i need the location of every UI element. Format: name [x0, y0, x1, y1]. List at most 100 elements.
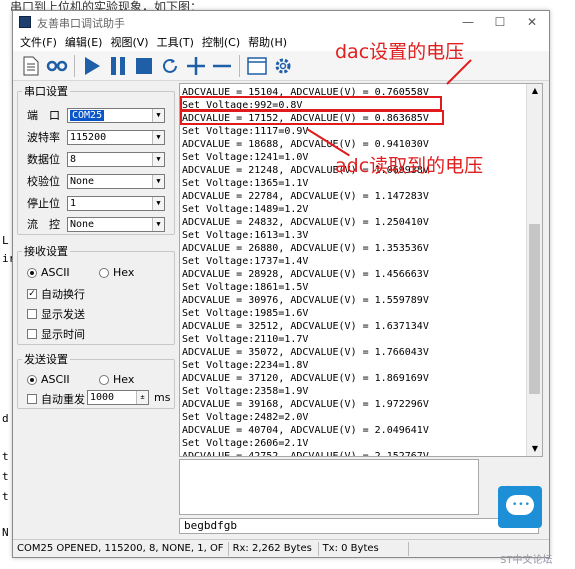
flow-select[interactable]: None ▼: [67, 217, 165, 232]
stopbits-select[interactable]: 1 ▼: [67, 196, 165, 211]
menu-view[interactable]: 视图(V): [109, 34, 149, 50]
baud-select[interactable]: 115200 ▼: [67, 130, 165, 145]
adc-highlight-box: [180, 110, 444, 125]
stopbits-value: 1: [70, 198, 77, 209]
receive-ascii-radio[interactable]: [27, 267, 37, 278]
dac-annotation: dac设置的电压: [335, 41, 465, 63]
gear-icon[interactable]: [271, 54, 295, 78]
receive-textarea[interactable]: ADCVALUE = 15104, ADCVALUE(V) = 0.760558…: [179, 83, 543, 457]
receive-line: ADCVALUE = 18688, ADCVALUE(V) = 0.941030…: [182, 139, 429, 150]
databits-value: 8: [70, 154, 77, 165]
receive-hex-option[interactable]: Hex: [99, 266, 134, 279]
show-send-checkbox[interactable]: [27, 309, 37, 319]
receive-line: Set Voltage:1365=1.1V: [182, 178, 309, 189]
loop-icon[interactable]: [45, 54, 69, 78]
send-hex-radio[interactable]: [99, 374, 109, 385]
settings-panel: 串口设置 端 口 COM25 ▼ 波特率 115200 ▼ 数据位 8 ▼ 校验…: [15, 83, 177, 535]
pause-icon[interactable]: [106, 54, 130, 78]
maximize-button[interactable]: ☐: [485, 13, 515, 31]
chevron-down-icon[interactable]: ▼: [152, 109, 164, 122]
interval-unit: ms: [154, 391, 170, 404]
minimize-button[interactable]: —: [453, 13, 483, 31]
title-bar[interactable]: 友善串口调试助手 — ☐ ✕: [13, 11, 549, 33]
receive-line: Set Voltage:2606=2.1V: [182, 438, 309, 449]
receive-line: Set Voltage:2482=2.0V: [182, 412, 309, 423]
receive-line: Set Voltage:1737=1.4V: [182, 256, 309, 267]
adc-annotation: adc读取到的电压: [335, 155, 484, 177]
scroll-thumb[interactable]: [529, 224, 540, 394]
receive-line: ADCVALUE = 30976, ADCVALUE(V) = 1.559789…: [182, 295, 429, 306]
chat-icon[interactable]: •••: [498, 486, 542, 528]
receive-line: ADCVALUE = 22784, ADCVALUE(V) = 1.147283…: [182, 191, 429, 202]
parity-value: None: [70, 176, 95, 187]
status-rx: Rx: 2,262 Bytes: [229, 541, 319, 556]
menu-file[interactable]: 文件(F): [19, 34, 58, 50]
bg-char: L: [2, 234, 9, 247]
resend-interval-input[interactable]: 1000 ±: [87, 390, 149, 405]
auto-newline-checkbox[interactable]: ✓: [27, 289, 37, 299]
auto-resend-option[interactable]: 自动重发: [27, 391, 85, 407]
bg-char: t: [2, 470, 9, 483]
play-icon[interactable]: [80, 54, 104, 78]
receive-hex-label: Hex: [113, 266, 135, 279]
status-tx: Tx: 0 Bytes: [319, 541, 409, 556]
port-select[interactable]: COM25 ▼: [67, 108, 165, 123]
send-hex-option[interactable]: Hex: [99, 373, 134, 386]
parity-select[interactable]: None ▼: [67, 174, 165, 189]
receive-line: Set Voltage:1613=1.3V: [182, 230, 309, 241]
send-ascii-option[interactable]: ASCII: [27, 373, 70, 386]
receive-scrollbar[interactable]: ▲ ▼: [526, 84, 542, 456]
auto-newline-option[interactable]: ✓ 自动换行: [27, 286, 85, 302]
stepper-icon[interactable]: ±: [136, 391, 148, 404]
chevron-down-icon[interactable]: ▼: [152, 131, 164, 144]
databits-select[interactable]: 8 ▼: [67, 152, 165, 167]
receive-line: Set Voltage:2234=1.8V: [182, 360, 309, 371]
databits-row: 数据位: [27, 151, 67, 167]
plus-icon[interactable]: [184, 54, 208, 78]
window-icon[interactable]: [245, 54, 269, 78]
background-right-strip: [550, 14, 575, 569]
stopbits-row: 停止位: [27, 195, 67, 211]
show-send-option[interactable]: 显示发送: [27, 306, 85, 322]
menu-control[interactable]: 控制(C): [201, 34, 241, 50]
menu-tools[interactable]: 工具(T): [156, 34, 195, 50]
refresh-icon[interactable]: [158, 54, 182, 78]
receive-line: Set Voltage:1489=1.2V: [182, 204, 309, 215]
receive-line: Set Voltage:1117=0.9V: [182, 126, 309, 137]
menu-help[interactable]: 帮助(H): [247, 34, 288, 50]
flow-row: 流 控: [27, 216, 67, 232]
serial-settings-legend: 串口设置: [24, 85, 68, 98]
auto-newline-label: 自动换行: [41, 288, 85, 301]
bg-char: t: [2, 450, 9, 463]
chevron-down-icon[interactable]: ▼: [152, 197, 164, 210]
auto-resend-checkbox[interactable]: [27, 394, 37, 404]
receive-line: ADCVALUE = 28928, ADCVALUE(V) = 1.456663…: [182, 269, 429, 280]
baud-label: 波特率: [27, 131, 60, 144]
baud-value: 115200: [70, 132, 107, 143]
receive-line: ADCVALUE = 37120, ADCVALUE(V) = 1.869169…: [182, 373, 429, 384]
background-left-strip: L ir d t t t N: [0, 14, 15, 569]
show-time-option[interactable]: 显示时间: [27, 326, 85, 342]
receive-line: ADCVALUE = 24832, ADCVALUE(V) = 1.250410…: [182, 217, 429, 228]
chevron-down-icon[interactable]: ▼: [152, 175, 164, 188]
toolbar-separator: [74, 54, 75, 77]
send-history-input[interactable]: begbdfgb: [179, 518, 539, 534]
menu-edit[interactable]: 编辑(E): [64, 34, 104, 50]
chevron-down-icon[interactable]: ▼: [152, 153, 164, 166]
close-button[interactable]: ✕: [517, 13, 547, 31]
scroll-up-icon[interactable]: ▲: [527, 84, 542, 98]
receive-lines: ADCVALUE = 15104, ADCVALUE(V) = 0.760558…: [182, 86, 522, 456]
scroll-down-icon[interactable]: ▼: [527, 442, 542, 456]
stop-icon[interactable]: [132, 54, 156, 78]
receive-line: ADCVALUE = 39168, ADCVALUE(V) = 1.972296…: [182, 399, 429, 410]
minus-icon[interactable]: [210, 54, 234, 78]
document-icon[interactable]: [19, 54, 43, 78]
send-ascii-label: ASCII: [41, 373, 70, 386]
send-textarea[interactable]: [179, 459, 479, 515]
receive-hex-radio[interactable]: [99, 267, 109, 278]
send-settings-legend: 发送设置: [24, 353, 68, 366]
show-time-checkbox[interactable]: [27, 329, 37, 339]
receive-ascii-option[interactable]: ASCII: [27, 266, 70, 279]
send-ascii-radio[interactable]: [27, 374, 37, 385]
chevron-down-icon[interactable]: ▼: [152, 218, 164, 231]
